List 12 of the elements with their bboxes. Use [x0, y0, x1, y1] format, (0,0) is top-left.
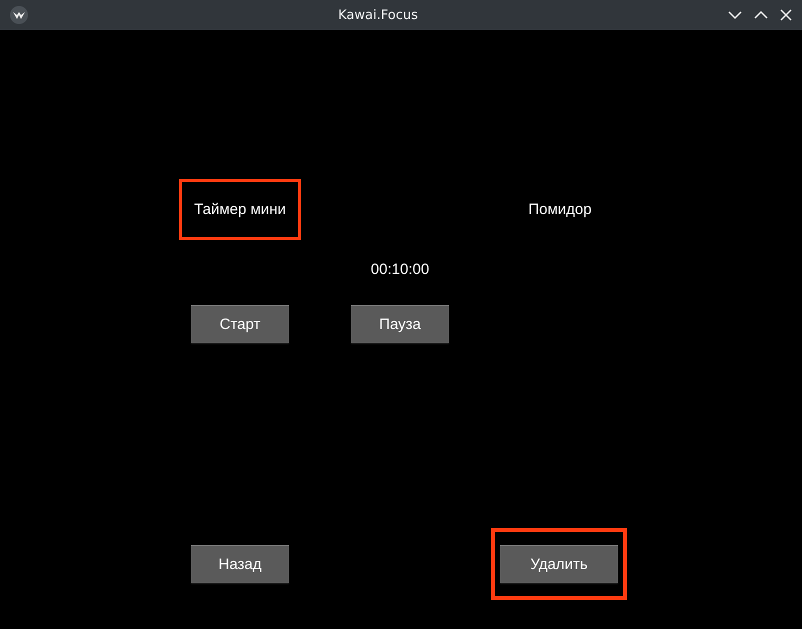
close-icon[interactable] [780, 9, 792, 21]
timer-label: Помидор [528, 201, 592, 218]
minimize-icon[interactable] [728, 10, 742, 20]
delete-button[interactable]: Удалить [500, 545, 618, 583]
app-logo-icon [10, 6, 28, 24]
maximize-icon[interactable] [754, 10, 768, 20]
timer-label: Таймер мини [194, 201, 286, 218]
window-title: Kawai.Focus [337, 8, 419, 22]
start-button[interactable]: Старт [191, 305, 289, 343]
pause-button[interactable]: Пауза [351, 305, 449, 343]
time-display: 00:10:00 [370, 260, 430, 278]
back-button[interactable]: Назад [191, 545, 289, 583]
